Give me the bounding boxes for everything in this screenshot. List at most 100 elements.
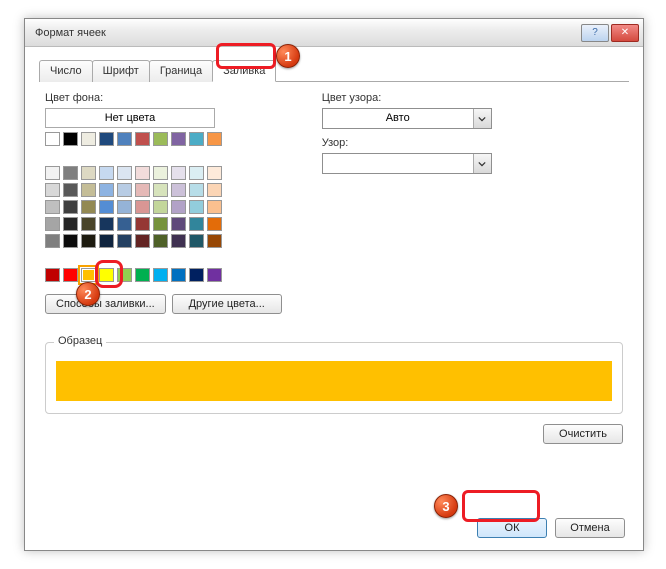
ok-button[interactable]: ОК [477, 518, 547, 538]
color-swatch[interactable] [153, 132, 168, 146]
color-swatch[interactable] [171, 268, 186, 282]
color-palette [45, 132, 282, 284]
color-swatch[interactable] [189, 166, 204, 180]
color-swatch[interactable] [63, 132, 78, 146]
color-swatch[interactable] [99, 234, 114, 248]
color-swatch[interactable] [81, 166, 96, 180]
color-swatch[interactable] [153, 183, 168, 197]
color-swatch[interactable] [63, 234, 78, 248]
color-swatch[interactable] [117, 200, 132, 214]
pattern-label: Узор: [322, 137, 492, 149]
color-swatch[interactable] [207, 183, 222, 197]
color-swatch[interactable] [63, 183, 78, 197]
color-swatch[interactable] [99, 217, 114, 231]
color-swatch[interactable] [99, 268, 114, 282]
color-swatch[interactable] [81, 217, 96, 231]
color-swatch[interactable] [135, 200, 150, 214]
pattern-color-label: Цвет узора: [322, 92, 492, 104]
format-cells-dialog: Формат ячеек ? ✕ Число Шрифт Граница Зал… [24, 18, 644, 551]
color-swatch[interactable] [207, 217, 222, 231]
fill-effects-button[interactable]: Способы заливки... [45, 294, 166, 314]
color-swatch[interactable] [171, 217, 186, 231]
tab-number[interactable]: Число [39, 60, 93, 82]
color-swatch[interactable] [153, 200, 168, 214]
color-swatch[interactable] [171, 183, 186, 197]
color-swatch[interactable] [135, 234, 150, 248]
color-swatch[interactable] [45, 166, 60, 180]
chevron-down-icon [473, 154, 491, 173]
color-swatch[interactable] [135, 183, 150, 197]
color-swatch[interactable] [189, 234, 204, 248]
color-swatch[interactable] [117, 183, 132, 197]
sample-label: Образец [54, 335, 106, 347]
color-swatch[interactable] [153, 166, 168, 180]
color-swatch[interactable] [99, 183, 114, 197]
color-swatch[interactable] [63, 217, 78, 231]
color-swatch[interactable] [81, 132, 96, 146]
color-swatch[interactable] [45, 217, 60, 231]
color-swatch[interactable] [81, 183, 96, 197]
color-swatch[interactable] [99, 132, 114, 146]
color-swatch[interactable] [153, 268, 168, 282]
clear-button[interactable]: Очистить [543, 424, 623, 444]
no-color-button[interactable]: Нет цвета [45, 108, 215, 128]
color-swatch[interactable] [189, 132, 204, 146]
color-swatch[interactable] [171, 132, 186, 146]
color-swatch[interactable] [207, 234, 222, 248]
color-swatch[interactable] [207, 268, 222, 282]
color-swatch[interactable] [135, 166, 150, 180]
color-swatch[interactable] [99, 200, 114, 214]
tab-fill[interactable]: Заливка [212, 60, 276, 82]
color-swatch[interactable] [63, 200, 78, 214]
tab-border[interactable]: Граница [149, 60, 213, 82]
color-swatch[interactable] [207, 166, 222, 180]
color-swatch[interactable] [135, 268, 150, 282]
color-swatch[interactable] [135, 132, 150, 146]
color-swatch[interactable] [45, 200, 60, 214]
color-swatch[interactable] [63, 268, 78, 282]
color-swatch[interactable] [81, 234, 96, 248]
tabstrip: Число Шрифт Граница Заливка [39, 59, 629, 82]
close-button[interactable]: ✕ [611, 24, 639, 42]
color-swatch[interactable] [207, 132, 222, 146]
color-swatch[interactable] [189, 200, 204, 214]
color-swatch[interactable] [189, 268, 204, 282]
color-swatch[interactable] [117, 132, 132, 146]
color-swatch[interactable] [117, 234, 132, 248]
color-swatch[interactable] [117, 166, 132, 180]
color-swatch[interactable] [171, 200, 186, 214]
pattern-combo[interactable] [322, 153, 492, 174]
color-swatch[interactable] [45, 132, 60, 146]
more-colors-button[interactable]: Другие цвета... [172, 294, 282, 314]
dialog-body: Число Шрифт Граница Заливка Цвет фона: Н… [25, 47, 643, 550]
color-swatch[interactable] [81, 268, 96, 282]
color-swatch[interactable] [207, 200, 222, 214]
color-swatch[interactable] [63, 166, 78, 180]
color-swatch[interactable] [153, 234, 168, 248]
color-swatch[interactable] [117, 217, 132, 231]
color-swatch[interactable] [153, 217, 168, 231]
color-swatch[interactable] [45, 234, 60, 248]
dialog-footer: ОК Отмена [477, 518, 625, 538]
color-swatch[interactable] [99, 166, 114, 180]
help-button[interactable]: ? [581, 24, 609, 42]
pattern-color-value: Авто [323, 109, 473, 128]
color-swatch[interactable] [45, 183, 60, 197]
tab-content: Цвет фона: Нет цвета Способы заливки... … [39, 82, 629, 450]
color-swatch[interactable] [117, 268, 132, 282]
pattern-section: Цвет узора: Авто Узор: [322, 92, 492, 314]
titlebar[interactable]: Формат ячеек ? ✕ [25, 19, 643, 47]
color-swatch[interactable] [189, 183, 204, 197]
color-swatch[interactable] [81, 200, 96, 214]
tab-font[interactable]: Шрифт [92, 60, 150, 82]
color-swatch[interactable] [171, 234, 186, 248]
color-swatch[interactable] [189, 217, 204, 231]
bgcolor-section: Цвет фона: Нет цвета Способы заливки... … [45, 92, 282, 314]
cancel-button[interactable]: Отмена [555, 518, 625, 538]
sample-groupbox: Образец [45, 342, 623, 414]
color-swatch[interactable] [135, 217, 150, 231]
color-swatch[interactable] [171, 166, 186, 180]
bgcolor-label: Цвет фона: [45, 92, 282, 104]
pattern-color-combo[interactable]: Авто [322, 108, 492, 129]
color-swatch[interactable] [45, 268, 60, 282]
